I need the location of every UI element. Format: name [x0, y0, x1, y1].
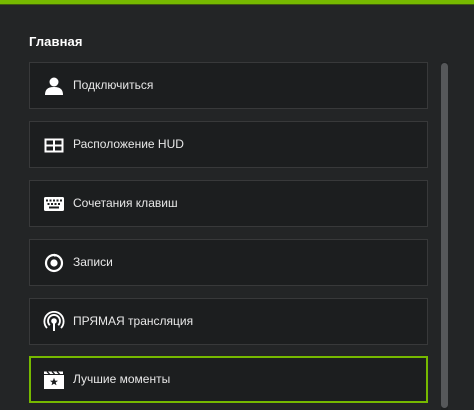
- keyboard-icon: [43, 193, 65, 215]
- menu-item-connect[interactable]: Подключиться: [29, 62, 428, 109]
- menu-item-label: Записи: [73, 255, 113, 269]
- section-title: Главная: [29, 34, 83, 49]
- menu-item-label: Сочетания клавиш: [73, 196, 178, 210]
- menu-item-broadcast[interactable]: ПРЯМАЯ трансляция: [29, 298, 428, 345]
- recordings-icon: [43, 252, 65, 274]
- menu-item-label: Расположение HUD: [73, 137, 184, 151]
- hud-layout-icon: [43, 134, 65, 156]
- menu-item-label: ПРЯМАЯ трансляция: [73, 314, 194, 328]
- scrollbar-thumb[interactable]: [441, 63, 448, 408]
- menu-item-label: Лучшие моменты: [73, 372, 171, 386]
- menu-item-label: Подключиться: [73, 78, 154, 92]
- menu-item-recordings[interactable]: Записи: [29, 239, 428, 286]
- highlights-icon: [43, 369, 65, 391]
- menu-item-highlights[interactable]: Лучшие моменты: [29, 356, 428, 403]
- broadcast-icon: [43, 311, 65, 333]
- user-icon: [43, 75, 65, 97]
- menu-item-hud-layout[interactable]: Расположение HUD: [29, 121, 428, 168]
- top-accent-bar: [0, 0, 474, 5]
- menu-item-hotkeys[interactable]: Сочетания клавиш: [29, 180, 428, 227]
